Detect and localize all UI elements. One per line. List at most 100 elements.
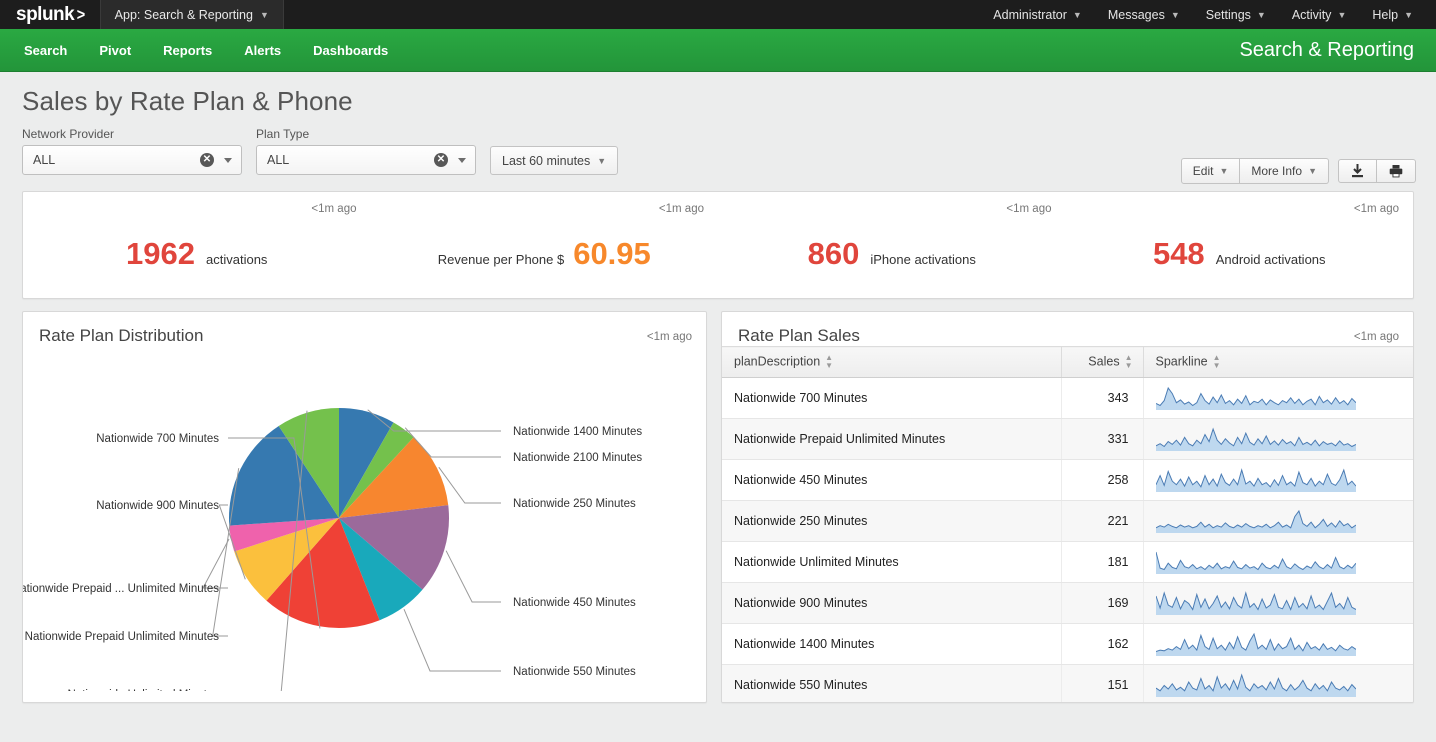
clear-icon[interactable]: ✕ <box>200 153 214 167</box>
chevron-down-icon: ▼ <box>1404 10 1413 20</box>
chevron-down-icon: ▼ <box>1219 164 1228 178</box>
sparkline-chart <box>1156 468 1356 492</box>
app-selector-label: App: Search & Reporting <box>115 8 253 22</box>
filter-label: Plan Type <box>256 127 476 141</box>
dashboard-body: Rate Plan Distribution <1m ago Nationwid… <box>22 311 1414 703</box>
print-button[interactable] <box>1377 159 1416 183</box>
kpi-caption: iPhone activations <box>870 252 976 267</box>
cell-sparkline <box>1143 501 1413 542</box>
plan-type-select[interactable]: ALL ✕ <box>256 145 476 175</box>
chevron-down-icon <box>224 158 232 163</box>
sort-icon: ▲▼ <box>1125 354 1133 370</box>
topnav-label: Activity <box>1292 8 1332 22</box>
time-range-value: Last 60 minutes <box>502 154 590 168</box>
time-range-picker[interactable]: Last 60 minutes ▼ <box>490 146 618 175</box>
table-row[interactable]: Nationwide 900 Minutes169 <box>722 583 1413 624</box>
table-row[interactable]: Nationwide Prepaid Unlimited Minutes331 <box>722 419 1413 460</box>
cell-sales: 162 <box>1061 624 1143 665</box>
cell-plan-description: Nationwide 1400 Minutes <box>722 624 1061 665</box>
pie-chart[interactable]: Nationwide 1400 MinutesNationwide 2100 M… <box>23 346 706 686</box>
filter-label: Network Provider <box>22 127 242 141</box>
cell-sales: 258 <box>1061 460 1143 501</box>
page-header: Sales by Rate Plan & Phone Edit ▼ More I… <box>0 72 1436 175</box>
pie-slice-label: Nationwide 900 Minutes <box>96 500 219 512</box>
chevron-down-icon: ▼ <box>1337 10 1346 20</box>
global-nav-right: Administrator ▼ Messages ▼ Settings ▼ Ac… <box>980 0 1436 29</box>
export-button[interactable] <box>1338 159 1377 183</box>
kpi-timestamp: <1m ago <box>1006 203 1051 215</box>
rate-plan-sales-table: planDescription▲▼ Sales ▲▼ Sparkline▲▼ Na… <box>722 346 1413 703</box>
column-label: Sales <box>1088 354 1119 368</box>
pie-slice-label: Nationwide 2100 Minutes <box>513 452 642 464</box>
nav-item-dashboards[interactable]: Dashboards <box>297 29 404 72</box>
edit-button[interactable]: Edit ▼ <box>1181 158 1241 184</box>
kpi-android-activations: <1m ago 548 Android activations <box>1066 192 1414 298</box>
pie-slice-label: Nationwide Prepaid Unlimited Minutes <box>25 631 220 643</box>
topnav-item-administrator[interactable]: Administrator ▼ <box>980 0 1095 29</box>
table-row[interactable]: Nationwide 250 Minutes221 <box>722 501 1413 542</box>
cell-plan-description: Nationwide 700 Minutes <box>722 378 1061 419</box>
kpi-value: 1962 <box>126 236 195 272</box>
splunk-logo[interactable]: splunk> <box>0 0 100 29</box>
topnav-item-settings[interactable]: Settings ▼ <box>1193 0 1279 29</box>
cell-plan-description: Nationwide Prepaid Unlimited Minutes <box>722 419 1061 460</box>
kpi-value: 60.95 <box>573 236 651 272</box>
pie-slice-label: Nationwide 550 Minutes <box>513 666 636 678</box>
topnav-item-activity[interactable]: Activity ▼ <box>1279 0 1360 29</box>
download-icon <box>1351 164 1364 178</box>
table-row[interactable]: Nationwide 550 Minutes151 <box>722 665 1413 704</box>
sparkline-chart <box>1156 509 1356 533</box>
clear-icon[interactable]: ✕ <box>434 153 448 167</box>
plan-type-value: ALL <box>267 153 434 167</box>
app-navbar: Search Pivot Reports Alerts Dashboards S… <box>0 29 1436 72</box>
topnav-item-messages[interactable]: Messages ▼ <box>1095 0 1193 29</box>
table-row[interactable]: Nationwide 450 Minutes258 <box>722 460 1413 501</box>
topnav-label: Administrator <box>993 8 1067 22</box>
pie-slice-label: Nationwide 250 Minutes <box>513 498 636 510</box>
global-topbar: splunk> App: Search & Reporting ▼ Admini… <box>0 0 1436 29</box>
cell-sparkline <box>1143 419 1413 460</box>
kpi-value: 860 <box>808 236 860 272</box>
kpi-activations: <1m ago 1962 activations <box>23 192 371 298</box>
rate-plan-distribution-panel: Rate Plan Distribution <1m ago Nationwid… <box>22 311 707 703</box>
pie-slice-label: Nationwide Prepaid ... Unlimited Minutes <box>23 583 219 595</box>
cell-plan-description: Nationwide Unlimited Minutes <box>722 542 1061 583</box>
column-header-plan[interactable]: planDescription▲▼ <box>722 347 1061 378</box>
column-header-sparkline[interactable]: Sparkline▲▼ <box>1143 347 1413 378</box>
column-label: Sparkline <box>1156 354 1208 368</box>
cell-plan-description: Nationwide 250 Minutes <box>722 501 1061 542</box>
app-selector[interactable]: App: Search & Reporting ▼ <box>100 0 284 29</box>
more-info-button[interactable]: More Info ▼ <box>1240 158 1329 184</box>
cell-sales: 181 <box>1061 542 1143 583</box>
topnav-label: Help <box>1372 8 1398 22</box>
kpi-timestamp: <1m ago <box>1354 203 1399 215</box>
nav-item-search[interactable]: Search <box>8 29 83 72</box>
nav-item-reports[interactable]: Reports <box>147 29 228 72</box>
table-row[interactable]: Nationwide Unlimited Minutes181 <box>722 542 1413 583</box>
sparkline-chart <box>1156 632 1356 656</box>
dashboard-actions: Edit ▼ More Info ▼ <box>1181 158 1416 184</box>
rate-plan-sales-panel: Rate Plan Sales <1m ago planDescription▲… <box>721 311 1414 703</box>
panel-timestamp: <1m ago <box>647 326 692 343</box>
table-row[interactable]: Nationwide 700 Minutes343 <box>722 378 1413 419</box>
cell-sparkline <box>1143 542 1413 583</box>
cell-sparkline <box>1143 583 1413 624</box>
cell-sales: 343 <box>1061 378 1143 419</box>
topnav-item-help[interactable]: Help ▼ <box>1359 0 1426 29</box>
splunk-logo-chevron-icon: > <box>77 5 85 25</box>
sparkline-chart <box>1156 386 1356 410</box>
print-icon <box>1389 164 1403 178</box>
pie-chart-svg: Nationwide 1400 MinutesNationwide 2100 M… <box>23 346 706 691</box>
pie-label-leader-line <box>446 551 501 602</box>
cell-plan-description: Nationwide 450 Minutes <box>722 460 1061 501</box>
cell-plan-description: Nationwide 550 Minutes <box>722 665 1061 704</box>
nav-item-pivot[interactable]: Pivot <box>83 29 147 72</box>
cell-sparkline <box>1143 665 1413 704</box>
network-provider-select[interactable]: ALL ✕ <box>22 145 242 175</box>
column-header-sales[interactable]: Sales ▲▼ <box>1061 347 1143 378</box>
cell-sparkline <box>1143 378 1413 419</box>
nav-item-alerts[interactable]: Alerts <box>228 29 297 72</box>
kpi-iphone-activations: <1m ago 860 iPhone activations <box>718 192 1066 298</box>
filter-network-provider: Network Provider ALL ✕ <box>22 127 242 175</box>
table-row[interactable]: Nationwide 1400 Minutes162 <box>722 624 1413 665</box>
